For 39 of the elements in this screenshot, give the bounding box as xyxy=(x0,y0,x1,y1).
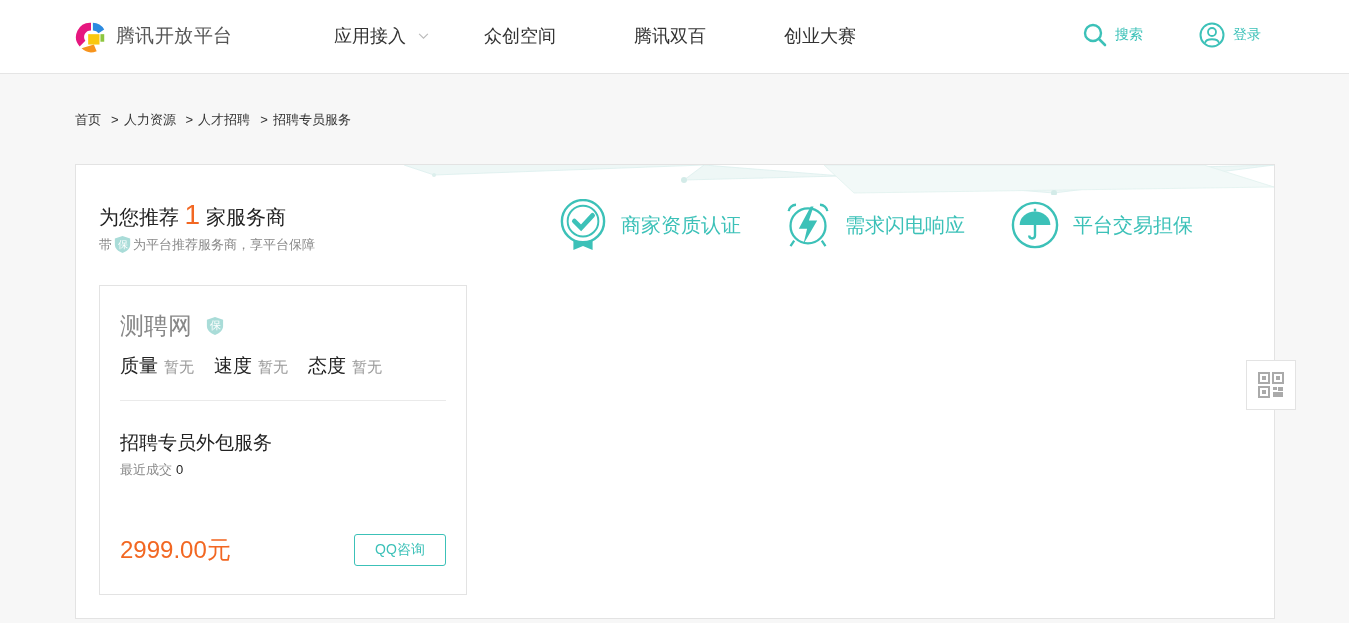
qr-code-icon xyxy=(1258,372,1284,398)
search-icon xyxy=(1083,22,1107,47)
rating-value: 暂无 xyxy=(258,356,288,377)
breadcrumb-separator: > xyxy=(111,111,119,130)
chevron-down-icon xyxy=(418,33,429,40)
rating-label: 态度 xyxy=(308,353,346,378)
price: 2999.00元 xyxy=(120,534,231,565)
service-title: 招聘专员外包服务 xyxy=(120,431,273,455)
provider-name: 测聘网 xyxy=(120,310,192,341)
feature-label: 商家资质认证 xyxy=(621,213,741,238)
breadcrumb-link[interactable]: 招聘专员服务 xyxy=(272,110,351,130)
nav-link[interactable]: 腾讯双百 xyxy=(634,23,784,50)
user-icon xyxy=(1199,21,1225,48)
logo-text: 腾讯开放平台 xyxy=(116,24,233,49)
breadcrumb-link[interactable]: 人才招聘 xyxy=(198,110,251,130)
rating-label: 质量 xyxy=(120,353,158,378)
nav-link[interactable]: 众创空间 xyxy=(484,23,634,50)
alarm-clock-lightning-icon xyxy=(785,202,831,248)
guarantee-badge: 保 xyxy=(114,235,131,255)
breadcrumb-separator: > xyxy=(260,111,268,130)
note-text: 带 xyxy=(99,236,112,254)
deals-count: 0 xyxy=(176,460,184,479)
qr-code-button[interactable] xyxy=(1246,360,1296,410)
recommend-heading: 为您推荐 1 家服务商 xyxy=(99,201,287,231)
guarantee-badge: 保 xyxy=(206,315,224,336)
nav-link[interactable]: 应用接入 xyxy=(334,23,484,50)
breadcrumb-link[interactable]: 人力资源 xyxy=(123,110,176,130)
deals-label: 最近成交 xyxy=(120,460,172,479)
note-text: 为平台推荐服务商，享平台保障 xyxy=(133,236,315,254)
feature-label: 平台交易担保 xyxy=(1073,213,1193,238)
breadcrumb-separator: > xyxy=(185,111,194,130)
nav-link[interactable]: 创业大赛 xyxy=(784,23,934,50)
rating-value: 暂无 xyxy=(352,356,382,377)
rating-label: 速度 xyxy=(214,353,252,378)
feature-label: 需求闪电响应 xyxy=(845,213,965,238)
breadcrumb-link[interactable]: 首页 xyxy=(75,110,101,130)
umbrella-icon xyxy=(1011,201,1059,249)
rating-value: 暂无 xyxy=(164,356,194,377)
certificate-check-icon xyxy=(559,199,607,251)
